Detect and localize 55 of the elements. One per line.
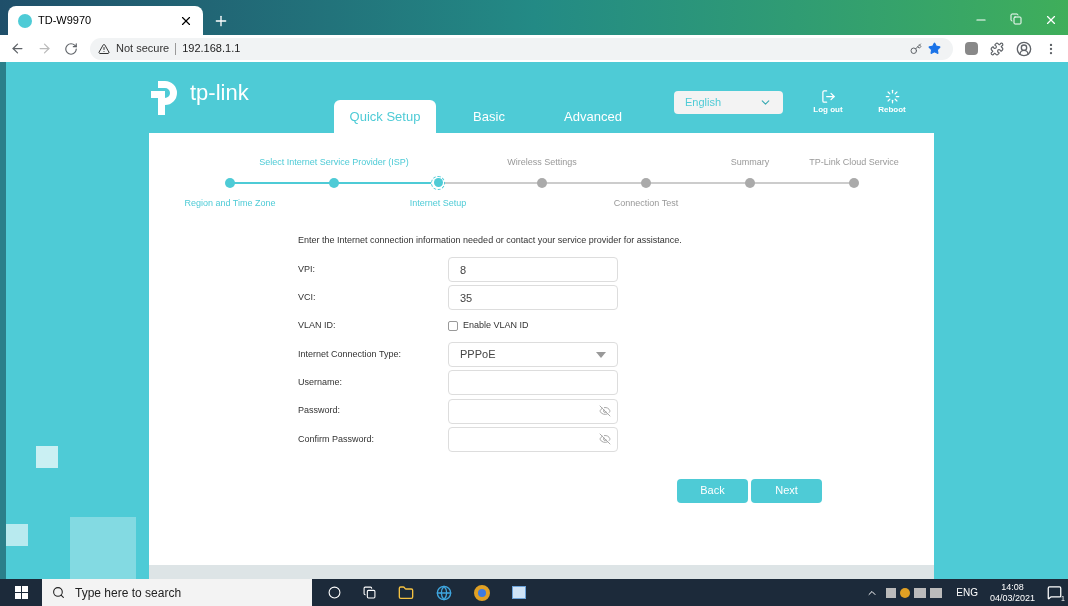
checkbox[interactable] <box>448 321 458 332</box>
password-field[interactable] <box>448 426 618 452</box>
step-label: Region and Time Zone <box>184 197 276 209</box>
star-icon[interactable] <box>928 42 941 55</box>
key-icon[interactable] <box>910 42 922 55</box>
logout-icon <box>820 89 836 104</box>
back-icon[interactable] <box>10 41 25 56</box>
input-field[interactable]: 35 <box>448 285 618 311</box>
decor-bar-drawing <box>6 524 28 546</box>
taskbar-search-field[interactable]: Type here to search <box>42 579 312 606</box>
field-label: VPI: <box>298 262 316 276</box>
cortana-icon[interactable] <box>328 586 341 599</box>
field-label: Username: <box>298 376 343 390</box>
notification-icon[interactable] <box>1047 585 1062 600</box>
tab-title: TD-W9970 <box>38 13 93 29</box>
warning-icon <box>98 42 110 55</box>
address-field[interactable]: Not secure 192.168.1.1 <box>90 37 953 60</box>
profile-icon[interactable] <box>1016 40 1032 57</box>
input-field[interactable]: 8 <box>448 257 618 283</box>
input-field[interactable] <box>448 370 618 396</box>
logo-text: tp-link <box>190 79 249 107</box>
clock-date[interactable]: 04/03/2021 <box>989 592 1035 604</box>
field-label: VLAN ID: <box>298 319 337 333</box>
browser-tab[interactable]: TD-W9970 <box>8 6 203 35</box>
reload-icon[interactable] <box>64 41 78 56</box>
field-label: Password: <box>298 404 342 418</box>
clock-time[interactable]: 14:08 <box>1001 581 1024 593</box>
instruction-text: Enter the Internet connection information needed or contact your service provider for assistance. <box>298 234 683 247</box>
tab-logo-icon <box>18 13 32 28</box>
url-text: 192.168.1.1 <box>182 41 242 57</box>
task-view-icon[interactable] <box>363 586 376 599</box>
step-label: TP-Link Cloud Service <box>809 156 899 168</box>
reboot-icon <box>884 89 900 104</box>
close-window-icon[interactable] <box>1044 13 1058 27</box>
step-label: Summary <box>730 156 770 168</box>
step-label: Wireless Settings <box>507 156 577 168</box>
decor-square-drawing <box>36 446 58 468</box>
new-tab-icon[interactable] <box>213 13 229 29</box>
password-field[interactable] <box>448 398 618 424</box>
connection-type-select[interactable]: PPPoE <box>448 342 618 368</box>
field-label: VCI: <box>298 291 317 305</box>
extension-icon[interactable] <box>965 42 978 55</box>
search-icon <box>52 586 65 599</box>
security-label: Not secure <box>116 41 170 57</box>
language-indicator[interactable]: ENG <box>956 585 978 600</box>
decor-corner-drawing <box>70 517 136 579</box>
step-label: Internet Setup <box>409 197 467 209</box>
field-label: Confirm Password: <box>298 432 376 446</box>
puzzle-icon[interactable] <box>990 41 1004 56</box>
step-label: Select Internet Service Provider (ISP) <box>259 156 409 168</box>
field-label: Internet Connection Type: <box>298 347 402 361</box>
checkbox-label: Enable VLAN ID <box>463 319 529 333</box>
folder-icon[interactable] <box>398 584 414 601</box>
dropdown-arrow-icon <box>596 351 606 358</box>
step-label: Connection Test <box>613 197 679 209</box>
